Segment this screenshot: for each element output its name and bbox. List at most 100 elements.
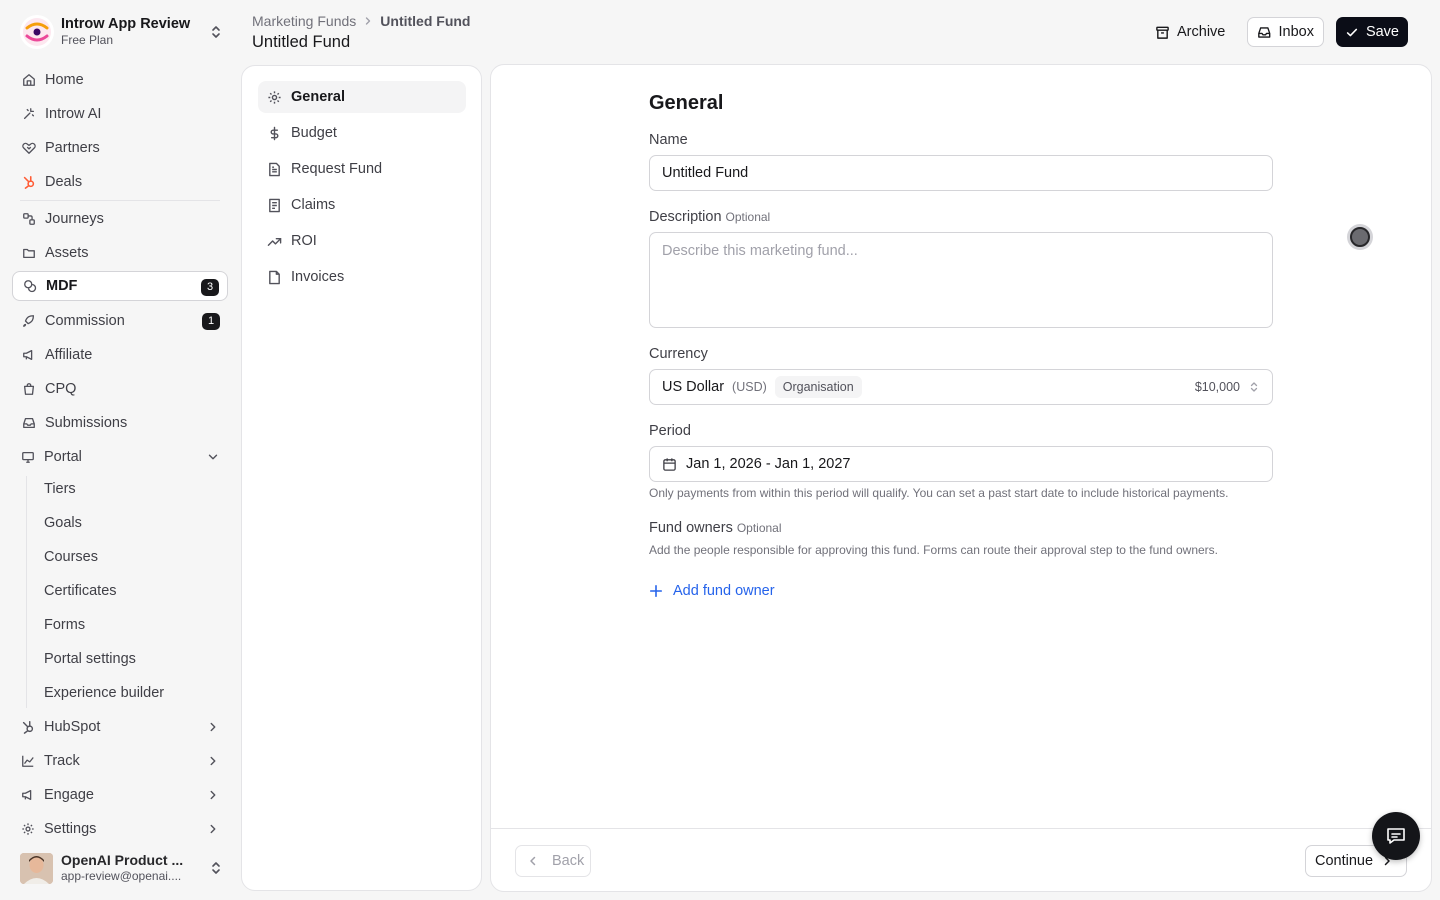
avatar xyxy=(20,852,53,884)
section-claims[interactable]: Claims xyxy=(258,189,466,221)
sidebar-subitem-certificates[interactable]: Certificates xyxy=(44,582,117,600)
footer-divider xyxy=(491,828,1431,829)
chevron-right-icon xyxy=(210,722,216,732)
period-value: Jan 1, 2026 - Jan 1, 2027 xyxy=(686,456,851,472)
receipt-icon xyxy=(269,198,280,212)
sidebar-item-label: Track xyxy=(44,753,80,769)
section-budget[interactable]: Budget xyxy=(258,117,466,149)
org-name: Introw App Review xyxy=(61,16,191,32)
shopping-bag-icon xyxy=(23,383,35,395)
sidebar-subitem-experience-builder[interactable]: Experience builder xyxy=(44,684,164,702)
sparkle-icon xyxy=(23,108,35,120)
sidebar-subitem-portal-settings[interactable]: Portal settings xyxy=(44,650,136,668)
sidebar-item-cpq[interactable]: CPQ xyxy=(12,374,228,404)
page-title: Untitled Fund xyxy=(252,33,351,51)
currency-code: (USD) xyxy=(732,380,767,394)
handshake-icon xyxy=(22,142,36,154)
sidebar-item-label: Engage xyxy=(44,787,94,803)
back-label: Back xyxy=(552,853,585,869)
sidebar-item-journeys[interactable]: Journeys xyxy=(12,204,228,234)
name-value: Untitled Fund xyxy=(662,165,749,181)
calendar-icon xyxy=(663,457,676,471)
sidebar-item-label: Settings xyxy=(44,821,97,837)
continue-label: Continue xyxy=(1315,853,1374,869)
user-menu[interactable]: OpenAI Product ... app-review@openai.... xyxy=(20,852,228,884)
gear-icon xyxy=(268,90,281,104)
megaphone-icon xyxy=(23,349,33,361)
fund-owners-hint: Add the people responsible for approving… xyxy=(649,543,1219,557)
folder-icon xyxy=(23,248,35,259)
currency-label: Currency xyxy=(649,346,708,362)
home-icon xyxy=(23,74,35,86)
back-button[interactable]: Back xyxy=(515,845,591,877)
sidebar-subitem-forms[interactable]: Forms xyxy=(44,616,85,634)
section-general[interactable]: General xyxy=(258,81,466,113)
chevron-up-down-icon xyxy=(1250,382,1258,392)
sidebar-subitem-courses[interactable]: Courses xyxy=(44,548,98,566)
check-icon xyxy=(1346,28,1358,36)
sidebar-item-portal[interactable]: Portal xyxy=(12,442,228,472)
name-label: Name xyxy=(649,132,688,148)
sidebar-item-assets[interactable]: Assets xyxy=(12,238,228,268)
archive-button[interactable]: Archive xyxy=(1146,17,1234,47)
inbox-button[interactable]: Inbox xyxy=(1247,17,1324,47)
sidebar: Introw App Review Free Plan Home Introw … xyxy=(0,0,240,900)
breadcrumb-current: Untitled Fund xyxy=(380,13,471,29)
file-text-icon xyxy=(269,162,280,176)
org-switcher[interactable]: Introw App Review Free Plan xyxy=(20,14,228,50)
monitor-icon xyxy=(22,451,34,463)
sidebar-item-partners[interactable]: Partners xyxy=(12,133,228,163)
optional-tag: Optional xyxy=(736,521,782,535)
section-label: General xyxy=(291,89,345,105)
description-placeholder: Describe this marketing fund... xyxy=(662,243,858,259)
line-chart-icon xyxy=(22,755,34,767)
period-date-range-picker[interactable]: Jan 1, 2026 - Jan 1, 2027 xyxy=(649,446,1273,482)
chat-icon xyxy=(1387,828,1405,844)
description-textarea[interactable]: Describe this marketing fund... xyxy=(649,232,1273,328)
name-input[interactable]: Untitled Fund xyxy=(649,155,1273,191)
chevron-up-down-icon xyxy=(212,26,220,38)
sidebar-group-track[interactable]: Track xyxy=(12,746,228,776)
sidebar-item-deals[interactable]: Deals xyxy=(12,167,228,197)
user-email: app-review@openai.... xyxy=(61,869,182,883)
sidebar-group-hubspot[interactable]: HubSpot xyxy=(12,712,228,742)
section-roi[interactable]: ROI xyxy=(258,225,466,257)
breadcrumb-parent[interactable]: Marketing Funds xyxy=(252,13,356,29)
sidebar-subitem-goals[interactable]: Goals xyxy=(44,514,82,532)
sidebar-group-engage[interactable]: Engage xyxy=(12,780,228,810)
chat-support-button[interactable] xyxy=(1372,812,1420,860)
chevron-up-down-icon xyxy=(212,862,220,874)
sidebar-item-label: Assets xyxy=(45,245,89,261)
section-request-fund[interactable]: Request Fund xyxy=(258,153,466,185)
fund-form: General Name Untitled Fund Description Op… xyxy=(490,64,1432,892)
sidebar-item-mdf[interactable]: MDF 3 xyxy=(12,271,228,301)
introw-logo xyxy=(20,15,54,49)
sidebar-item-home[interactable]: Home xyxy=(12,65,228,95)
workflow-icon xyxy=(23,213,35,225)
section-nav-panel: General Budget Request Fund Claims ROI I… xyxy=(241,65,482,891)
sidebar-item-label: Submissions xyxy=(45,415,128,431)
sidebar-item-affiliate[interactable]: Affiliate xyxy=(12,340,228,370)
plus-icon xyxy=(649,584,663,598)
optional-tag: Optional xyxy=(725,210,771,224)
archive-icon xyxy=(1156,26,1169,39)
sidebar-item-submissions[interactable]: Submissions xyxy=(12,408,228,438)
section-label: Request Fund xyxy=(291,161,383,177)
section-invoices[interactable]: Invoices xyxy=(258,261,466,293)
chevron-right-icon xyxy=(210,756,216,766)
save-button[interactable]: Save xyxy=(1336,17,1408,47)
dollar-icon xyxy=(270,126,279,140)
description-label: Description Optional xyxy=(649,209,770,225)
save-label: Save xyxy=(1365,24,1399,40)
currency-select[interactable]: US Dollar (USD) Organisation $10,000 xyxy=(649,369,1273,405)
sidebar-item-introw-ai[interactable]: Introw AI xyxy=(12,99,228,129)
sidebar-item-commission[interactable]: Commission 1 xyxy=(12,306,228,336)
organisation-badge: Organisation xyxy=(774,376,862,398)
add-fund-owner-button[interactable]: Add fund owner xyxy=(649,583,775,599)
sidebar-item-label: MDF xyxy=(46,278,78,294)
commission-count-badge: 1 xyxy=(202,313,220,330)
cursor-indicator xyxy=(1347,224,1373,250)
add-fund-owner-label: Add fund owner xyxy=(673,583,775,599)
sidebar-group-settings[interactable]: Settings xyxy=(12,814,228,844)
sidebar-subitem-tiers[interactable]: Tiers xyxy=(44,480,76,498)
